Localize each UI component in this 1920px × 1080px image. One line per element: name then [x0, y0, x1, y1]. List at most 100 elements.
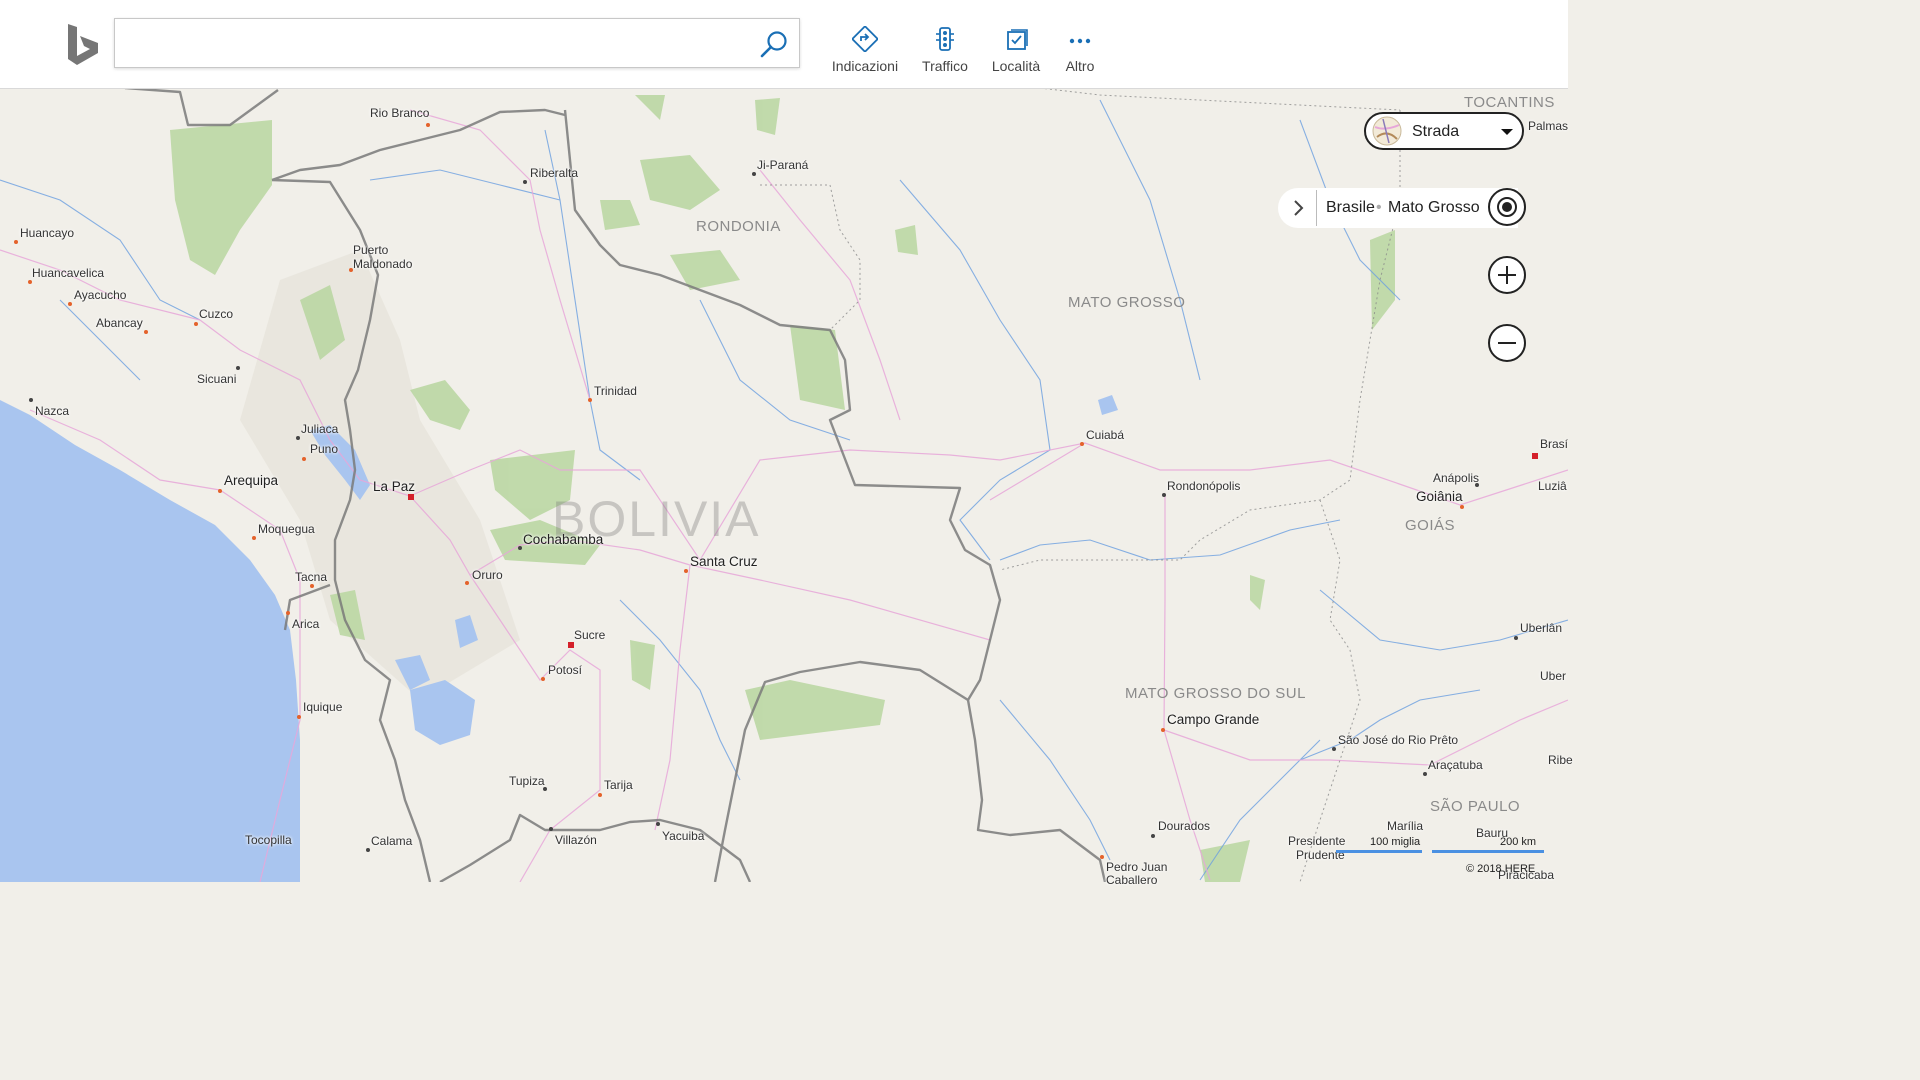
- breadcrumb-item-state[interactable]: Mato Grosso: [1388, 199, 1480, 217]
- traffic-label: Traffico: [922, 58, 968, 74]
- breadcrumb-item-country[interactable]: Brasile: [1326, 199, 1375, 217]
- place-label[interactable]: Riberalta: [530, 166, 578, 180]
- place-label[interactable]: Uber: [1540, 669, 1566, 683]
- city-dot: [549, 827, 553, 831]
- city-dot: [598, 793, 602, 797]
- place-label[interactable]: Cuiabá: [1086, 428, 1124, 442]
- place-label[interactable]: Nazca: [35, 404, 69, 418]
- place-label[interactable]: Brasí: [1540, 437, 1568, 451]
- place-label[interactable]: Arequipa: [224, 473, 278, 488]
- place-label[interactable]: Anápolis: [1433, 471, 1479, 485]
- place-label[interactable]: Abancay: [96, 316, 143, 330]
- places-icon: [1007, 29, 1028, 50]
- place-label[interactable]: Potosí: [548, 663, 582, 677]
- place-label[interactable]: Marília: [1387, 819, 1423, 833]
- map-scale-bar: 100 miglia 200 km: [1334, 836, 1558, 858]
- place-label[interactable]: Arica: [292, 617, 319, 631]
- city-dot: [302, 457, 306, 461]
- search-icon[interactable]: [755, 25, 793, 63]
- city-dot: [29, 398, 33, 402]
- directions-label: Indicazioni: [831, 58, 899, 74]
- place-label[interactable]: Pedro Juan: [1106, 860, 1167, 874]
- scale-miles-bar: [1336, 850, 1422, 853]
- capital-marker: [1532, 453, 1538, 459]
- places-label: Località: [991, 58, 1041, 74]
- scale-km-label: 200 km: [1500, 836, 1537, 848]
- top-bar: Indicazioni Traffico Località Altro: [0, 0, 1568, 89]
- place-label[interactable]: Huancavelica: [32, 266, 104, 280]
- city-dot: [1161, 728, 1165, 732]
- locate-me-button[interactable]: [1488, 188, 1526, 226]
- breadcrumb-separator: •: [1376, 199, 1382, 216]
- place-label[interactable]: Tacna: [295, 570, 327, 584]
- place-label[interactable]: Ayacucho: [74, 288, 126, 302]
- city-dot: [523, 180, 527, 184]
- chevron-right-icon[interactable]: [1284, 194, 1312, 222]
- place-label[interactable]: Puno: [310, 442, 338, 456]
- place-label[interactable]: Sicuani: [197, 372, 236, 386]
- place-label[interactable]: Juliaca: [301, 422, 338, 436]
- search-input[interactable]: [123, 27, 747, 61]
- city-dot: [297, 715, 301, 719]
- place-label[interactable]: Luziâ: [1538, 479, 1567, 493]
- place-label[interactable]: Villazón: [555, 833, 597, 847]
- place-label[interactable]: Santa Cruz: [690, 554, 758, 569]
- place-label[interactable]: Trinidad: [594, 384, 637, 398]
- place-label[interactable]: Caballero: [1106, 873, 1157, 887]
- zoom-out-button[interactable]: [1488, 324, 1526, 362]
- place-label[interactable]: Campo Grande: [1167, 712, 1259, 727]
- place-label[interactable]: Dourados: [1158, 819, 1210, 833]
- place-label[interactable]: Cuzco: [199, 307, 233, 321]
- place-label[interactable]: Goiânia: [1416, 489, 1463, 504]
- place-label[interactable]: Iquique: [303, 700, 342, 714]
- place-label[interactable]: Palmas: [1528, 119, 1568, 133]
- place-label[interactable]: São José do Rio Prêto: [1338, 733, 1458, 747]
- city-dot: [426, 123, 430, 127]
- city-dot: [1162, 493, 1166, 497]
- place-label[interactable]: Huancayo: [20, 226, 74, 240]
- zoom-in-button[interactable]: [1488, 256, 1526, 294]
- place-label[interactable]: Cochabamba: [523, 532, 603, 547]
- place-label[interactable]: La Paz: [373, 479, 415, 494]
- city-dot: [543, 787, 547, 791]
- city-dot: [1514, 636, 1518, 640]
- place-label[interactable]: Moquegua: [258, 522, 315, 536]
- city-dot: [1100, 855, 1104, 859]
- city-dot: [465, 581, 469, 585]
- place-label[interactable]: Maldonado: [353, 257, 412, 271]
- more-button[interactable]: Altro: [1060, 26, 1100, 76]
- region-label: RONDONIA: [696, 218, 781, 235]
- place-label[interactable]: Sucre: [574, 628, 605, 642]
- place-label[interactable]: Ribe: [1548, 753, 1573, 767]
- copyright-text: © 2018 HERE: [1466, 863, 1536, 875]
- city-dot: [588, 398, 592, 402]
- place-label[interactable]: Rio Branco: [370, 106, 429, 120]
- map-style-dropdown[interactable]: Strada: [1364, 112, 1524, 150]
- city-dot: [296, 436, 300, 440]
- location-breadcrumb: Brasile • Mato Grosso: [1278, 188, 1518, 228]
- city-dot: [366, 848, 370, 852]
- directions-button[interactable]: Indicazioni: [830, 26, 900, 76]
- more-icon: [1069, 38, 1091, 44]
- place-label[interactable]: Yacuiba: [662, 829, 704, 843]
- place-label[interactable]: Rondonópolis: [1167, 479, 1240, 493]
- place-label[interactable]: Oruro: [472, 568, 503, 582]
- places-button[interactable]: Località: [988, 26, 1044, 76]
- place-label[interactable]: Tarija: [604, 778, 633, 792]
- place-label[interactable]: Calama: [371, 834, 412, 848]
- city-dot: [218, 489, 222, 493]
- traffic-button[interactable]: Traffico: [916, 26, 974, 76]
- place-label[interactable]: Puerto: [353, 243, 388, 257]
- place-label[interactable]: Araçatuba: [1428, 758, 1483, 772]
- search-box[interactable]: [114, 18, 800, 68]
- place-label[interactable]: Uberlân: [1520, 621, 1562, 635]
- city-dot: [286, 611, 290, 615]
- bing-logo-icon[interactable]: [64, 22, 104, 66]
- place-label[interactable]: Tupiza: [509, 774, 545, 788]
- place-label[interactable]: Ji-Paraná: [757, 158, 808, 172]
- city-dot: [14, 240, 18, 244]
- city-dot: [1460, 505, 1464, 509]
- place-label[interactable]: Tocopilla: [245, 833, 292, 847]
- more-label: Altro: [1065, 58, 1095, 74]
- city-dot: [28, 280, 32, 284]
